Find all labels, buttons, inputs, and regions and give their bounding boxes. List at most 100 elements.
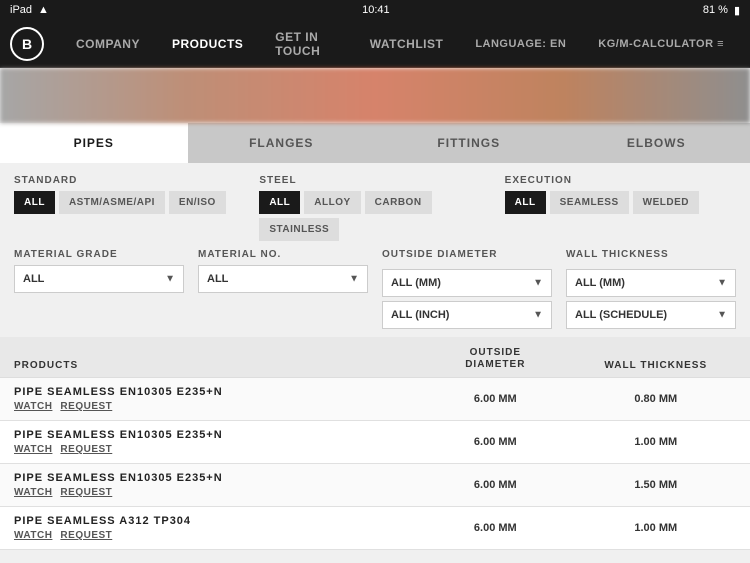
nav-links: COMPANY PRODUCTS GET IN TOUCH WATCHLIST — [60, 20, 459, 68]
filter-material-grade: MATERIAL GRADE ALL ▼ — [14, 249, 184, 329]
hero-image — [0, 68, 750, 123]
table-row: PIPE SEAMLESS EN10305 E235+N WATCH REQUE… — [0, 464, 750, 507]
product-name: PIPE SEAMLESS EN10305 E235+N — [14, 472, 415, 484]
device-label: iPad — [10, 4, 32, 16]
product-wt: 1.00 MM — [576, 522, 736, 534]
filter-standard-en-iso[interactable]: EN/ISO — [169, 191, 226, 214]
watch-link[interactable]: WATCH — [14, 487, 52, 498]
filter-steel-stainless[interactable]: STAINLESS — [259, 218, 339, 241]
filter-standard-label: STANDARD — [14, 175, 245, 186]
nav-right: LANGUAGE: EN KG/M-CALCULATOR ≡ — [459, 20, 740, 68]
tab-pipes[interactable]: PIPES — [0, 123, 188, 163]
filter-execution-welded[interactable]: WELDED — [633, 191, 699, 214]
filter-execution-label: EXECUTION — [505, 175, 736, 186]
products-table-header: PRODUCTS OUTSIDEDIAMETER WALL THICKNESS — [0, 337, 750, 378]
filter-steel: STEEL ALL ALLOY CARBON STAINLESS — [259, 175, 490, 241]
product-info: PIPE SEAMLESS EN10305 E235+N WATCH REQUE… — [14, 386, 415, 412]
tab-flanges[interactable]: FLANGES — [188, 123, 376, 163]
request-link[interactable]: REQUEST — [60, 444, 112, 455]
request-link[interactable]: REQUEST — [60, 530, 112, 541]
filter-standard-all[interactable]: ALL — [14, 191, 55, 214]
nav-item-calculator[interactable]: KG/M-CALCULATOR ≡ — [582, 20, 740, 68]
filter-wt-label: WALL THICKNESS — [566, 249, 736, 260]
filter-standard-buttons: ALL ASTM/ASME/API EN/ISO — [14, 191, 245, 214]
filter-steel-carbon[interactable]: CARBON — [365, 191, 432, 214]
request-link[interactable]: REQUEST — [60, 401, 112, 412]
battery-icon: ▮ — [734, 4, 740, 17]
col-header-od: OUTSIDEDIAMETER — [415, 347, 575, 371]
table-row: PIPE SEAMLESS A312 TP304 WATCH REQUEST 6… — [0, 507, 750, 550]
filter-execution-seamless[interactable]: SEAMLESS — [550, 191, 629, 214]
filter-material-grade-label: MATERIAL GRADE — [14, 249, 184, 260]
filter-steel-all[interactable]: ALL — [259, 191, 300, 214]
product-wt: 1.50 MM — [576, 479, 736, 491]
filter-wall-thickness: WALL THICKNESS ALL (MM) ▼ ALL (SCHEDULE)… — [566, 249, 736, 329]
watch-link[interactable]: WATCH — [14, 530, 52, 541]
wifi-icon: ▲ — [38, 4, 49, 16]
request-link[interactable]: REQUEST — [60, 487, 112, 498]
filter-od-mm-select[interactable]: ALL (MM) — [383, 270, 551, 296]
status-bar: iPad ▲ 10:41 81 % ▮ — [0, 0, 750, 20]
filter-wt-schedule-select[interactable]: ALL (SCHEDULE) — [567, 302, 735, 328]
product-name: PIPE SEAMLESS A312 TP304 — [14, 515, 415, 527]
logo-button[interactable]: B — [10, 27, 44, 61]
product-name: PIPE SEAMLESS EN10305 E235+N — [14, 386, 415, 398]
nav-item-products[interactable]: PRODUCTS — [156, 20, 259, 68]
filter-area: STANDARD ALL ASTM/ASME/API EN/ISO STEEL … — [0, 163, 750, 337]
product-info: PIPE SEAMLESS A312 TP304 WATCH REQUEST — [14, 515, 415, 541]
watch-link[interactable]: WATCH — [14, 444, 52, 455]
battery-label: 81 % — [703, 4, 728, 16]
product-info: PIPE SEAMLESS EN10305 E235+N WATCH REQUE… — [14, 472, 415, 498]
product-od: 6.00 MM — [415, 436, 575, 448]
table-row: PIPE SEAMLESS EN10305 E235+N WATCH REQUE… — [0, 421, 750, 464]
filter-wt-mm-select[interactable]: ALL (MM) — [567, 270, 735, 296]
products-area: PRODUCTS OUTSIDEDIAMETER WALL THICKNESS … — [0, 337, 750, 550]
filter-od-label: OUTSIDE DIAMETER — [382, 249, 552, 260]
filter-wt-mm-wrap: ALL (MM) ▼ — [566, 269, 736, 297]
col-header-wt: WALL THICKNESS — [576, 360, 736, 371]
filter-steel-alloy[interactable]: ALLOY — [304, 191, 360, 214]
col-header-products: PRODUCTS — [14, 360, 415, 371]
filter-row-2: MATERIAL GRADE ALL ▼ MATERIAL NO. ALL ▼ … — [14, 249, 736, 329]
product-od: 6.00 MM — [415, 479, 575, 491]
filter-execution-all[interactable]: ALL — [505, 191, 546, 214]
product-name: PIPE SEAMLESS EN10305 E235+N — [14, 429, 415, 441]
nav-item-watchlist[interactable]: WATCHLIST — [354, 20, 460, 68]
filter-od-inch-select[interactable]: ALL (INCH) — [383, 302, 551, 328]
filter-row-1: STANDARD ALL ASTM/ASME/API EN/ISO STEEL … — [14, 175, 736, 241]
product-od: 6.00 MM — [415, 393, 575, 405]
filter-standard: STANDARD ALL ASTM/ASME/API EN/ISO — [14, 175, 245, 241]
filter-execution: EXECUTION ALL SEAMLESS WELDED — [505, 175, 736, 241]
watch-link[interactable]: WATCH — [14, 401, 52, 412]
filter-execution-buttons: ALL SEAMLESS WELDED — [505, 191, 736, 214]
filter-od-mm-wrap: ALL (MM) ▼ — [382, 269, 552, 297]
filter-od-inch-wrap: ALL (INCH) ▼ — [382, 301, 552, 329]
product-actions: WATCH REQUEST — [14, 401, 415, 412]
filter-standard-astm[interactable]: ASTM/ASME/API — [59, 191, 165, 214]
logo-text: B — [22, 36, 32, 52]
product-od: 6.00 MM — [415, 522, 575, 534]
filter-steel-buttons: ALL ALLOY CARBON STAINLESS — [259, 191, 490, 241]
product-info: PIPE SEAMLESS EN10305 E235+N WATCH REQUE… — [14, 429, 415, 455]
filter-material-no-select[interactable]: ALL — [199, 266, 367, 292]
filter-material-grade-select[interactable]: ALL — [15, 266, 183, 292]
tab-bar: PIPES FLANGES FITTINGS ELBOWS — [0, 123, 750, 163]
clock: 10:41 — [362, 4, 390, 16]
filter-material-no: MATERIAL NO. ALL ▼ — [198, 249, 368, 329]
nav-item-get-in-touch[interactable]: GET IN TOUCH — [259, 20, 353, 68]
product-actions: WATCH REQUEST — [14, 487, 415, 498]
top-nav: B COMPANY PRODUCTS GET IN TOUCH WATCHLIS… — [0, 20, 750, 68]
filter-material-no-wrap: ALL ▼ — [198, 265, 368, 293]
filter-outside-diameter: OUTSIDE DIAMETER ALL (MM) ▼ ALL (INCH) ▼ — [382, 249, 552, 329]
filter-material-grade-wrap: ALL ▼ — [14, 265, 184, 293]
filter-wt-schedule-wrap: ALL (SCHEDULE) ▼ — [566, 301, 736, 329]
tab-fittings[interactable]: FITTINGS — [375, 123, 563, 163]
product-wt: 0.80 MM — [576, 393, 736, 405]
table-row: PIPE SEAMLESS EN10305 E235+N WATCH REQUE… — [0, 378, 750, 421]
nav-item-company[interactable]: COMPANY — [60, 20, 156, 68]
product-wt: 1.00 MM — [576, 436, 736, 448]
nav-item-language[interactable]: LANGUAGE: EN — [459, 20, 582, 68]
filter-material-no-label: MATERIAL NO. — [198, 249, 368, 260]
product-actions: WATCH REQUEST — [14, 444, 415, 455]
tab-elbows[interactable]: ELBOWS — [563, 123, 750, 163]
